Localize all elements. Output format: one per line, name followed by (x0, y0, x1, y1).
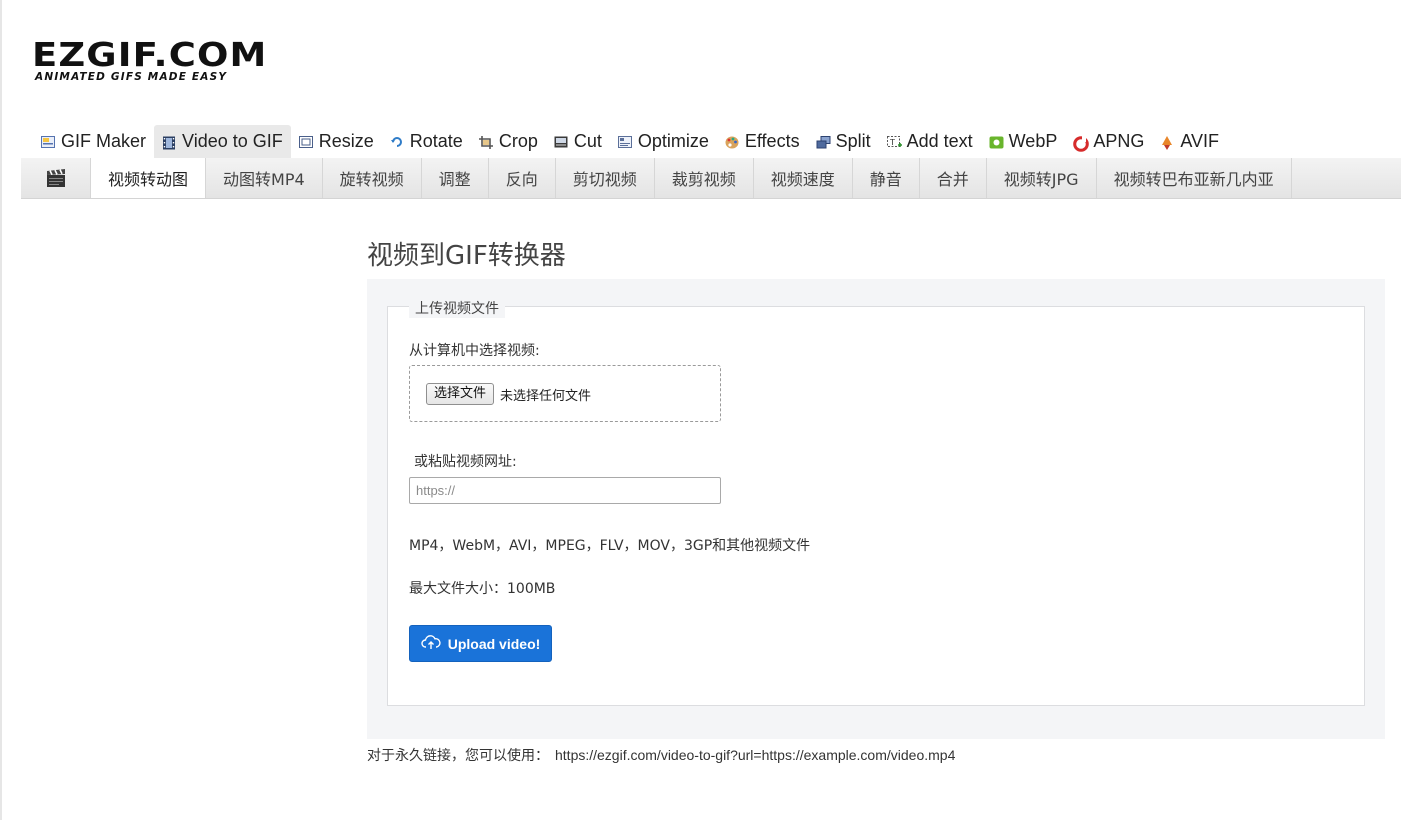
supported-formats: MP4，WebM，AVI，MPEG，FLV，MOV，3GP和其他视频文件 (409, 538, 811, 554)
main-nav: GIF Maker Video to GIF Resize Rotate Cro… (33, 125, 1227, 158)
nav-item-gif-maker[interactable]: GIF Maker (33, 125, 154, 158)
add-text-icon: T (886, 135, 902, 148)
nav-item-optimize[interactable]: Optimize (610, 125, 717, 158)
subnav-item-reverse[interactable]: 反向 (489, 158, 556, 198)
permalink-label: 对于永久链接，您可以使用： (367, 747, 549, 763)
choose-file-button[interactable]: 选择文件 (426, 383, 495, 405)
clapperboard-icon[interactable] (21, 158, 91, 198)
nav-item-avif[interactable]: AVIF (1152, 125, 1227, 158)
fieldset-legend: 上传视频文件 (409, 298, 505, 318)
file-status: 未选择任何文件 (500, 389, 592, 404)
nav-item-cut[interactable]: Cut (546, 125, 610, 158)
upload-video-button[interactable]: Upload video! (409, 625, 552, 662)
left-border (0, 0, 2, 820)
url-label: 或粘贴视频网址: (414, 454, 517, 470)
nav-item-label: Crop (498, 131, 538, 151)
film-icon (162, 136, 176, 149)
palette-icon (725, 136, 739, 148)
optimize-icon (617, 135, 632, 148)
file-drop-zone[interactable]: 选择文件 未选择任何文件 (409, 365, 721, 422)
crop-icon (478, 135, 493, 149)
subnav-item-mute[interactable]: 静音 (853, 158, 920, 198)
resize-icon (298, 135, 313, 148)
subnav-item-resize[interactable]: 调整 (422, 158, 489, 198)
sub-nav: 视频转动图 动图转MP4 旋转视频 调整 反向 剪切视频 裁剪视频 视频速度 静… (21, 158, 1401, 199)
subnav-item-video-speed[interactable]: 视频速度 (754, 158, 853, 198)
subnav-item-gif-to-mp4[interactable]: 动图转MP4 (206, 158, 323, 198)
webp-icon (989, 136, 1004, 148)
nav-item-apng[interactable]: APNG (1065, 125, 1152, 158)
gif-maker-icon (41, 135, 55, 148)
nav-item-label: AVIF (1180, 131, 1220, 151)
permalink-url[interactable]: https://ezgif.com/video-to-gif?url=https… (555, 747, 955, 763)
nav-item-label: Rotate (409, 131, 463, 151)
nav-item-effects[interactable]: Effects (717, 125, 808, 158)
nav-item-label: Video to GIF (182, 131, 283, 151)
cloud-upload-icon (421, 634, 441, 653)
logo-wordmark: EZGIF.COM (32, 35, 268, 74)
nav-item-add-text[interactable]: T Add text (879, 125, 981, 158)
nav-item-webp[interactable]: WebP (981, 125, 1066, 158)
choose-file-label: 从计算机中选择视频: (409, 343, 540, 359)
permalink-note: 对于永久链接，您可以使用： https://ezgif.com/video-to-… (367, 745, 955, 765)
nav-item-label: Cut (573, 131, 602, 151)
page-title: 视频到GIF转换器 (367, 241, 566, 271)
subnav-item-rotate-video[interactable]: 旋转视频 (323, 158, 422, 198)
subnav-item-video-to-jpg[interactable]: 视频转JPG (987, 158, 1097, 198)
apng-icon (1073, 135, 1090, 152)
subnav-item-cut-video[interactable]: 剪切视频 (556, 158, 655, 198)
nav-item-label: APNG (1093, 131, 1145, 151)
nav-item-label: Optimize (637, 131, 709, 151)
nav-item-label: Split (835, 131, 871, 151)
nav-item-label: Effects (744, 131, 800, 151)
subnav-item-video-to-png[interactable]: 视频转巴布亚新几内亚 (1097, 158, 1292, 198)
nav-item-label: Add text (906, 131, 973, 151)
upload-fieldset: 上传视频文件 从计算机中选择视频: 选择文件 未选择任何文件 或粘贴视频网址: … (387, 298, 1365, 706)
upload-panel: 上传视频文件 从计算机中选择视频: 选择文件 未选择任何文件 或粘贴视频网址: … (367, 279, 1385, 739)
svg-text:T: T (889, 138, 895, 147)
nav-item-crop[interactable]: Crop (471, 125, 546, 158)
upload-button-label: Upload video! (447, 635, 541, 652)
subnav-item-video-to-gif[interactable]: 视频转动图 (91, 158, 207, 198)
nav-item-rotate[interactable]: Rotate (382, 125, 471, 158)
rotate-icon (390, 136, 404, 148)
nav-item-split[interactable]: Split (808, 125, 879, 158)
avif-icon (1160, 135, 1174, 150)
nav-item-video-to-gif[interactable]: Video to GIF (154, 125, 291, 158)
nav-item-label: Resize (318, 131, 374, 151)
site-logo[interactable]: EZGIF.COM ANIMATED GIFS MADE EASY (32, 38, 266, 83)
nav-item-resize[interactable]: Resize (291, 125, 382, 158)
split-icon (816, 135, 831, 148)
nav-item-label: WebP (1008, 131, 1058, 151)
nav-item-label: GIF Maker (61, 131, 147, 151)
cut-icon (554, 136, 568, 148)
video-url-input[interactable] (409, 477, 721, 504)
subnav-item-merge[interactable]: 合并 (920, 158, 987, 198)
subnav-item-crop-video[interactable]: 裁剪视频 (655, 158, 754, 198)
max-file-size: 最大文件大小：100MB (409, 581, 556, 597)
